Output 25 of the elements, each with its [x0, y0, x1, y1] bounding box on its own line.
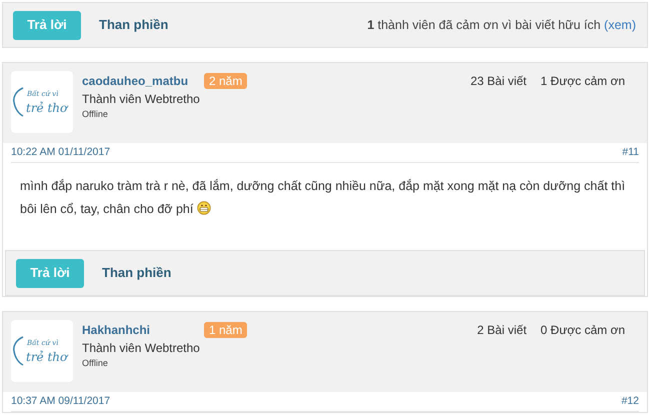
post-number-link[interactable]: #11: [622, 144, 639, 160]
thanks-count: 0 Được cảm ơn: [540, 322, 625, 339]
member-role: Thành viên Webtretho: [82, 91, 201, 107]
thanks-summary: 1 thành viên đã cảm ơn vì bài viết hữu ích (xem): [367, 16, 636, 34]
membership-badge: 1 năm: [204, 322, 248, 338]
post-timestamp: 10:22 AM 01/11/2017: [11, 144, 110, 160]
membership-badge: 2 năm: [204, 73, 248, 89]
username-link[interactable]: Hakhanhchi: [82, 323, 150, 337]
logo-text: trẻ thơ: [26, 350, 70, 362]
post-count: 2 Bài viết: [477, 322, 527, 339]
member-role: Thành viên Webtretho: [82, 340, 201, 356]
post-count: 23 Bài viết: [470, 73, 527, 90]
online-status: Offline: [82, 108, 109, 121]
username-link[interactable]: caodauheo_matbu: [82, 74, 188, 88]
post-timestamp: 10:37 AM 09/11/2017: [11, 394, 110, 409]
complain-link[interactable]: Than phiền: [99, 15, 168, 35]
post-number-link[interactable]: #12: [621, 394, 639, 410]
post-body: mình đắp naruko tràm trà r nè, đã lắm, dưỡng chất cũng nhiều nữa, đắp mặt xong mặt nạ còn dưỡng chất thì bôi lên cổ, tay, chân cho đỡ phí: [20, 178, 626, 218]
swoosh-icon: [13, 87, 24, 117]
view-link[interactable]: (xem): [604, 18, 636, 32]
complain-link[interactable]: Than phiền: [102, 263, 172, 283]
swoosh-icon: [13, 336, 24, 366]
thanks-count: 1 Được cảm ơn: [540, 73, 625, 90]
online-status: Offline: [82, 357, 109, 370]
logo-text: trẻ thơ: [26, 102, 70, 114]
